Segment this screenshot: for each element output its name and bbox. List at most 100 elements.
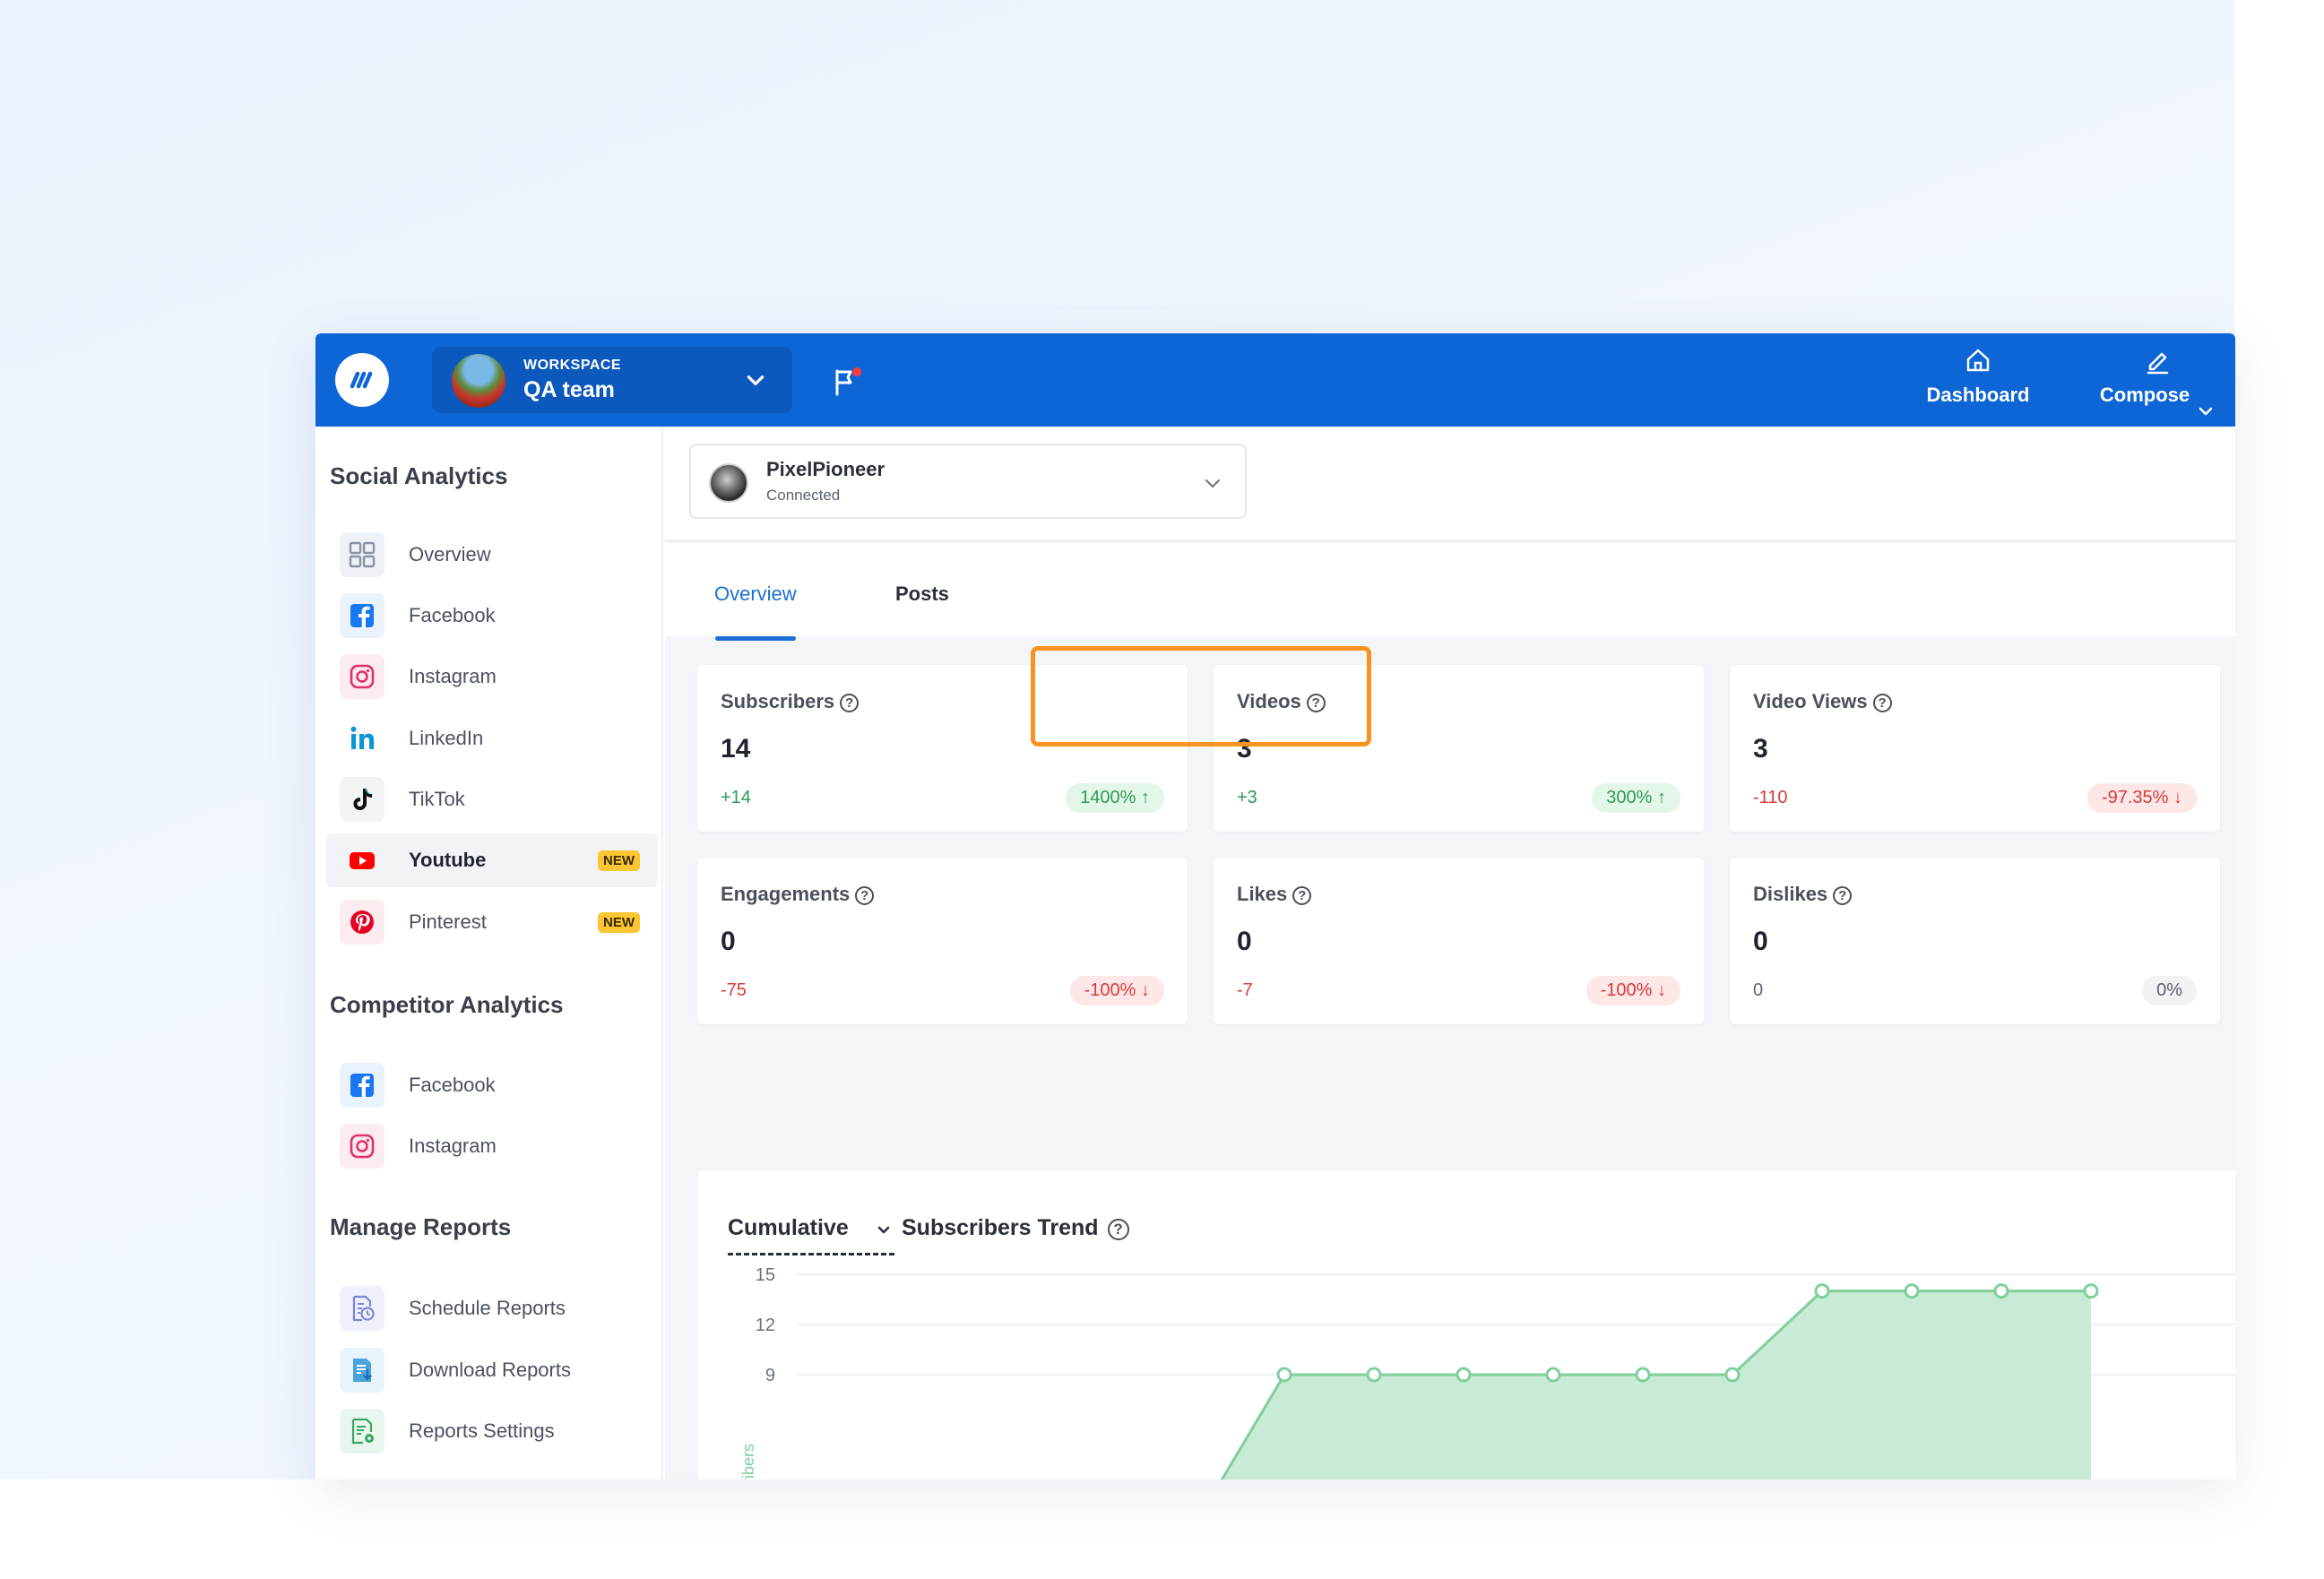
main-content: PixelPioneer Connected Overview Posts Su… [665, 427, 2235, 1480]
linkedin-icon [340, 716, 384, 761]
help-icon[interactable]: ? [840, 694, 860, 712]
sidebar-item-competitor-facebook[interactable]: Facebook [326, 1058, 658, 1112]
page-stage: WORKSPACE QA team Dashboard Compose Soci… [0, 0, 2324, 1579]
nav-compose-label: Compose [2099, 384, 2190, 406]
data-point [1456, 1367, 1472, 1383]
help-icon[interactable]: ? [1306, 694, 1326, 712]
flag-icon[interactable] [829, 364, 865, 400]
sidebar-item-label: Instagram [409, 1135, 497, 1157]
workspace-avatar [452, 354, 505, 408]
app-logo[interactable] [335, 353, 389, 407]
account-status: Connected [766, 487, 841, 504]
card-value: 0 [721, 927, 736, 956]
card-value: 0 [1237, 927, 1252, 956]
subscribers-trend-chart: 9 12 15 Subscribers [739, 1265, 2235, 1480]
help-icon[interactable]: ? [1872, 694, 1892, 712]
metric-card-engagements: Engagements? 0 -75 -100% ↓ [697, 858, 1188, 1024]
sidebar-item-label: Schedule Reports [409, 1297, 566, 1319]
metric-card-subscribers: Subscribers? 14 +14 1400% ↑ [697, 665, 1188, 832]
data-point [1993, 1283, 2009, 1299]
section-heading-competitor: Competitor Analytics [330, 991, 564, 1018]
data-point [1545, 1367, 1561, 1383]
card-percent-badge: 0% [2142, 976, 2197, 1005]
card-title: Likes [1237, 883, 1288, 905]
sidebar-item-label: Reports Settings [409, 1419, 555, 1442]
nav-dashboard[interactable]: Dashboard [1924, 346, 2032, 418]
card-percent-badge: -97.35% ↓ [2086, 783, 2197, 813]
workspace-switcher[interactable]: WORKSPACE QA team [432, 347, 792, 413]
card-value: 14 [721, 734, 751, 764]
report-settings-icon [340, 1409, 384, 1454]
facebook-icon [340, 1063, 384, 1108]
data-point [1635, 1367, 1651, 1383]
sidebar-item-label: Facebook [409, 604, 496, 626]
tab-posts[interactable]: Posts [895, 582, 949, 606]
sidebar-item-download-reports[interactable]: Download Reports [326, 1343, 658, 1397]
subscribers-trend-card: Cumulative Subscribers Trend? 9 12 15 Subsc… [698, 1170, 2235, 1480]
facebook-icon [340, 593, 384, 638]
sidebar-item-pinterest[interactable]: Pinterest NEW [326, 895, 658, 949]
card-delta: -110 [1753, 788, 1788, 807]
workspace-name: QA team [523, 377, 615, 402]
y-axis-label: Subscribers [739, 1444, 757, 1480]
help-icon[interactable]: ? [1833, 886, 1853, 905]
account-avatar [709, 463, 748, 503]
logo-icon [350, 371, 373, 389]
data-point [1724, 1367, 1741, 1383]
sidebar-item-competitor-instagram[interactable]: Instagram [326, 1119, 658, 1173]
tab-overview[interactable]: Overview [714, 582, 797, 606]
instagram-icon [340, 1124, 384, 1169]
sidebar-item-label: LinkedIn [409, 727, 484, 749]
help-icon[interactable]: ? [1292, 886, 1312, 905]
card-title: Engagements [721, 883, 851, 905]
sidebar-item-overview[interactable]: Overview [326, 528, 658, 582]
card-delta: 0 [1753, 980, 1764, 1000]
workspace-label: WORKSPACE [523, 358, 622, 373]
active-tab-indicator [715, 636, 796, 641]
card-delta: -7 [1237, 980, 1253, 1000]
sidebar-item-instagram[interactable]: Instagram [326, 650, 658, 703]
sidebar-item-reports-settings[interactable]: Reports Settings [326, 1404, 658, 1458]
sidebar-item-youtube[interactable]: Youtube NEW [326, 833, 658, 887]
sidebar-item-label: Youtube [409, 849, 487, 871]
youtube-icon [340, 838, 384, 883]
pinterest-icon [340, 900, 384, 945]
card-delta: +3 [1237, 788, 1257, 807]
metric-card-video-views: Video Views? 3 -110 -97.35% ↓ [1730, 665, 2220, 832]
card-title: Subscribers [721, 690, 835, 712]
top-bar: WORKSPACE QA team Dashboard Compose [315, 333, 2235, 427]
card-delta: -75 [721, 980, 747, 1000]
sidebar-item-tiktok[interactable]: TikTok [326, 772, 658, 826]
chevron-down-icon [2199, 407, 2213, 416]
sidebar-item-label: Pinterest [409, 910, 487, 933]
metric-card-likes: Likes? 0 -7 -100% ↓ [1214, 858, 1704, 1024]
nav-dashboard-label: Dashboard [1926, 384, 2030, 406]
card-title: Video Views [1753, 690, 1868, 712]
card-value: 3 [1237, 734, 1252, 764]
grid-icon [340, 532, 384, 577]
instagram-icon [340, 654, 384, 699]
card-delta: +14 [721, 788, 751, 807]
data-point [1276, 1367, 1292, 1383]
chevron-down-icon [1205, 479, 1220, 488]
sidebar-item-facebook[interactable]: Facebook [326, 589, 658, 643]
download-report-icon [340, 1348, 384, 1393]
app-window: WORKSPACE QA team Dashboard Compose Soci… [315, 333, 2235, 1480]
card-title-wrap: Video Views? [1753, 690, 1892, 713]
nav-compose[interactable]: Compose [2095, 346, 2220, 418]
sidebar-item-linkedin[interactable]: LinkedIn [326, 712, 658, 765]
section-heading-social: Social Analytics [330, 462, 508, 489]
y-tick-label: 12 [756, 1316, 775, 1335]
card-value: 0 [1753, 927, 1768, 956]
account-selector[interactable]: PixelPioneer Connected [689, 444, 1247, 519]
card-title: Videos [1237, 690, 1301, 712]
card-percent-badge: -100% ↓ [1585, 976, 1680, 1005]
new-badge: NEW [598, 912, 640, 933]
tabs-bar: Overview Posts [665, 543, 2235, 641]
card-title-wrap: Engagements? [721, 883, 875, 906]
sidebar-item-schedule-reports[interactable]: Schedule Reports [326, 1281, 658, 1335]
data-point [1904, 1283, 1920, 1299]
sidebar-item-label: Instagram [409, 665, 497, 687]
card-percent-badge: -100% ↓ [1069, 976, 1164, 1005]
help-icon[interactable]: ? [855, 886, 875, 905]
